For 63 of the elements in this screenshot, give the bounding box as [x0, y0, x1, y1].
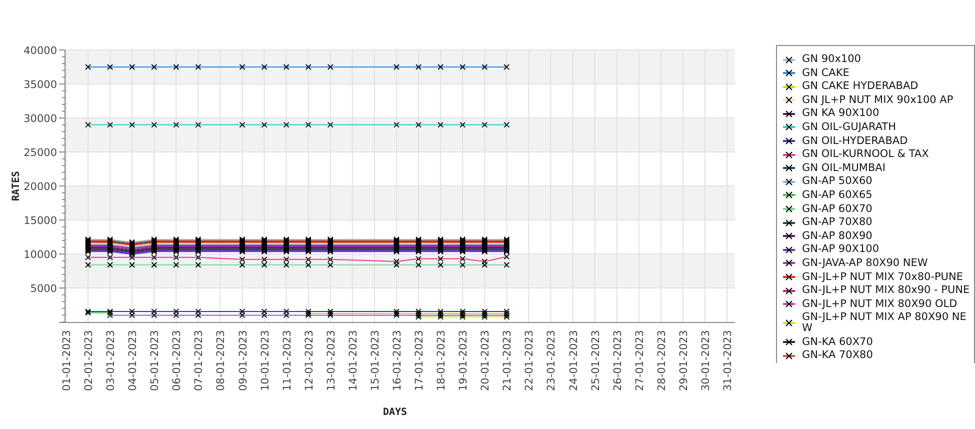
x-tick-label: 28-01-2023 [656, 330, 668, 392]
legend-label: GN-AP 60X65 [802, 190, 874, 201]
x-tick-label: 04-01-2023 [127, 330, 140, 392]
x-tick-label: 29-01-2023 [678, 330, 690, 392]
legend-label: GN CAKE HYDERABAD [802, 81, 920, 92]
x-tick-label: 17-01-2023 [414, 330, 426, 392]
legend-label: GN-KA 60X70 [802, 336, 874, 348]
x-tick-label: 14-01-2023 [347, 330, 360, 392]
legend-label: GN JL+P NUT MIX 90x100 AP [802, 94, 954, 106]
y-tick-label: 5000 [30, 283, 57, 295]
x-tick-label: 21-01-2023 [502, 330, 514, 392]
y-axis-title: RATES [11, 170, 22, 202]
x-tick-label: 01-01-2023 [61, 330, 73, 392]
x-tick-label: 09-01-2023 [237, 330, 250, 392]
y-tick-label: 20000 [24, 181, 57, 193]
y-tick-label: 10000 [24, 249, 57, 261]
x-tick-label: 20-01-2023 [480, 330, 492, 392]
x-tick-label: 22-01-2023 [524, 330, 536, 392]
legend-label: GN-AP 50X60 [802, 176, 874, 188]
legend-label: GN-AP 70X80 [802, 217, 874, 228]
x-tick-label: 19-01-2023 [458, 330, 470, 392]
x-tick-label: 30-01-2023 [700, 330, 712, 392]
x-tick-label: 10-01-2023 [259, 330, 272, 392]
legend-label: GN-AP 60X70 [802, 204, 874, 215]
legend-label: GN-KA 70X80 [802, 350, 874, 362]
x-tick-label: 18-01-2023 [436, 330, 448, 392]
legend-label: GN-JL+P NUT MIX 70x80-PUNE [802, 272, 964, 282]
x-tick-label: 08-01-2023 [215, 330, 228, 392]
x-tick-label: 16-01-2023 [392, 330, 404, 392]
y-tick-label: 30000 [24, 113, 57, 125]
legend-label: GN CAKE [802, 68, 850, 79]
y-tick-label: 35000 [24, 79, 57, 91]
x-tick-label: 27-01-2023 [634, 330, 646, 392]
x-tick-label: 07-01-2023 [193, 330, 206, 392]
x-tick-label: 12-01-2023 [303, 330, 316, 392]
y-tick-label: 25000 [24, 147, 57, 159]
legend-label: GN OIL-KURNOOL & TAX [802, 149, 930, 160]
x-tick-label: 25-01-2023 [590, 330, 602, 392]
x-tick-label: 24-01-2023 [568, 330, 580, 392]
x-axis-title: DAYS [382, 407, 408, 418]
legend-label: GN KA 90X100 [802, 108, 880, 120]
x-tick-label: 13-01-2023 [325, 330, 338, 392]
x-tick-label: 26-01-2023 [612, 330, 624, 392]
x-tick-label: 03-01-2023 [105, 330, 118, 392]
x-tick-label: 11-01-2023 [281, 330, 294, 392]
legend-label: GN-JL+P NUT MIX 80X90 OLD [802, 298, 958, 310]
x-tick-label: 05-01-2023 [149, 330, 162, 392]
legend-label: GN-JL+P NUT MIX AP 80X90 NEW [802, 312, 968, 334]
legend-label: GN-AP 80X90 [802, 230, 874, 242]
x-tick-label: 15-01-2023 [369, 330, 382, 392]
legend-label: GN OIL-HYDERABAD [802, 136, 909, 147]
legend-label: GN-JAVA-AP 80X90 NEW [802, 258, 929, 269]
x-tick-label: 02-01-2023 [83, 330, 96, 392]
legend-label: GN 90x100 [802, 54, 862, 65]
y-tick-label: 15000 [24, 215, 57, 227]
legend-label: GN OIL-MUMBAI [802, 162, 886, 174]
y-tick-label: 40000 [24, 45, 57, 57]
legend-label: GN-AP 90X100 [802, 244, 880, 256]
legend-label: GN OIL-GUJARATH [802, 122, 897, 133]
x-tick-label: 31-01-2023 [722, 330, 734, 392]
x-tick-label: 23-01-2023 [546, 330, 558, 392]
legend-label: GN-JL+P NUT MIX 80x90 - PUNE [802, 285, 970, 296]
x-tick-label: 06-01-2023 [171, 330, 184, 392]
